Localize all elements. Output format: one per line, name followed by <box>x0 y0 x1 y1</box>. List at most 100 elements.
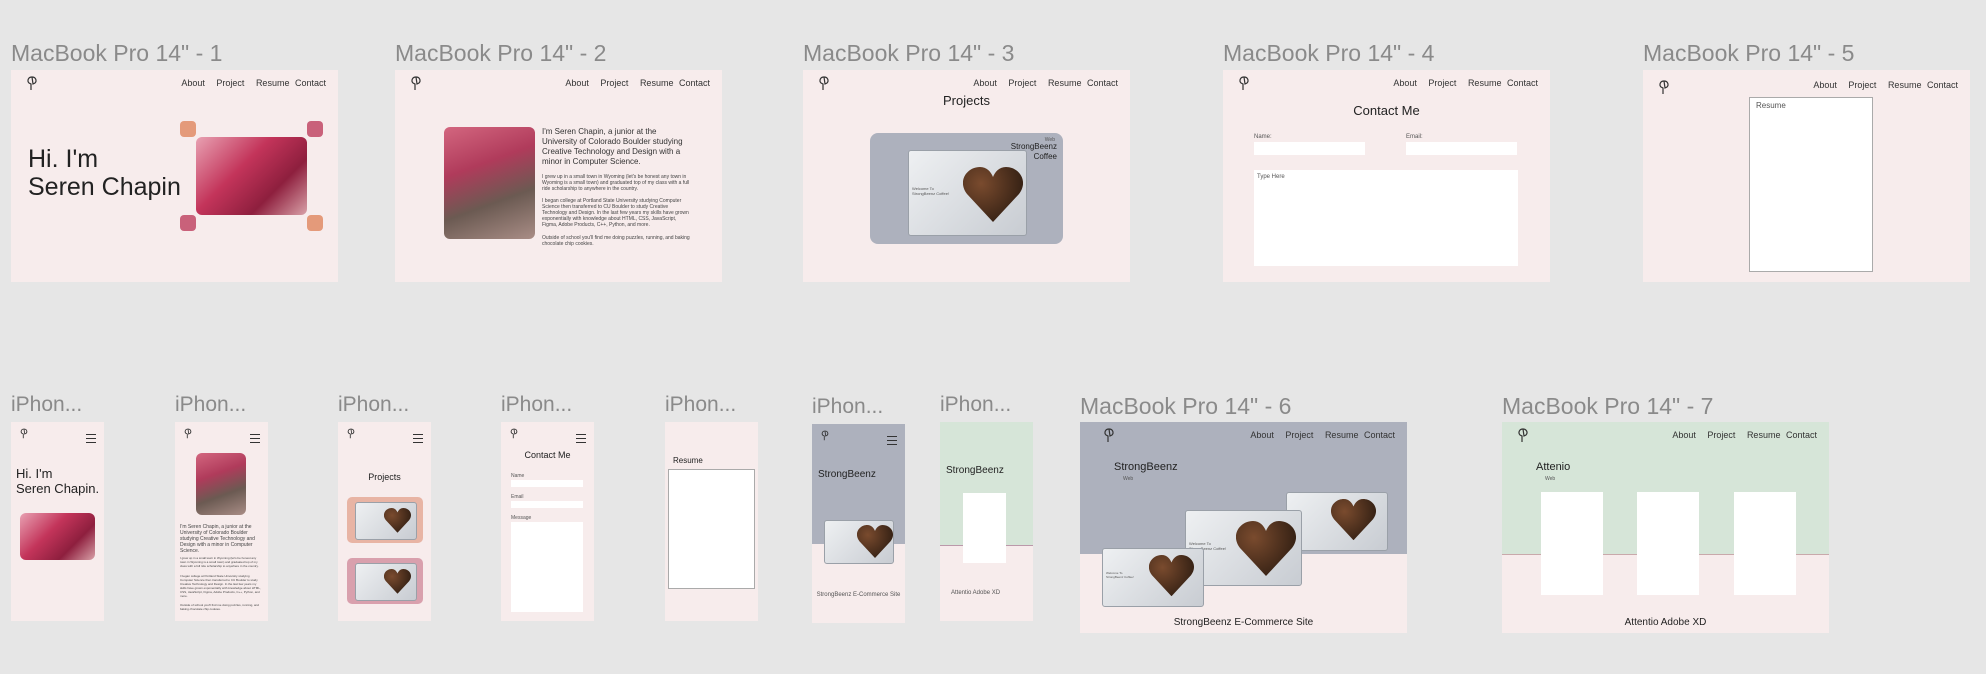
logo-icon[interactable] <box>1657 80 1671 96</box>
about-p1: I grew up in a small town in Wyoming (le… <box>180 556 259 568</box>
hero-line2: Seren Chapin <box>28 173 181 201</box>
resume-document[interactable] <box>668 469 755 589</box>
nav-resume[interactable]: Resume <box>1325 430 1359 440</box>
name-label: Name <box>511 473 525 479</box>
nav-resume[interactable]: Resume <box>256 78 290 88</box>
welcome-text: Welcome To StrongBeenz Coffee! <box>912 186 950 196</box>
frame-iphone4[interactable]: Contact Me Name Email Message <box>501 422 594 621</box>
logo-icon[interactable] <box>820 430 830 442</box>
logo-icon[interactable] <box>509 428 519 440</box>
project-title: Attenio <box>1536 461 1571 473</box>
frame-mac3[interactable]: About Project Resume Contact Projects We… <box>803 70 1130 282</box>
project-caption: Attentio Adobe XD <box>1624 617 1707 628</box>
nav-project[interactable]: Project <box>1707 430 1735 440</box>
menu-icon[interactable] <box>576 434 586 443</box>
resume-document[interactable]: Resume <box>1749 97 1873 272</box>
nav-project[interactable]: Project <box>1008 78 1036 88</box>
nav-about[interactable]: About <box>973 78 997 88</box>
email-field[interactable] <box>511 501 583 508</box>
nav-contact[interactable]: Contact <box>1087 78 1118 88</box>
frame-mac6[interactable]: About Project Resume Contact StrongBeenz… <box>1080 422 1407 633</box>
menu-icon[interactable] <box>887 436 897 445</box>
logo-icon[interactable] <box>817 76 831 92</box>
project-caption: Attentio Adobe XD <box>951 590 1001 596</box>
nav-project[interactable]: Project <box>216 78 244 88</box>
nav-mac6: About Project Resume Contact <box>1241 430 1395 440</box>
frame-iphone5[interactable]: Resume <box>665 422 758 621</box>
frame-mac2[interactable]: About Project Resume Contact I'm Seren C… <box>395 70 722 282</box>
about-p1: I grew up in a small town in Wyoming (le… <box>542 174 690 192</box>
message-field[interactable]: Type Here <box>1254 170 1518 266</box>
nav-project[interactable]: Project <box>600 78 628 88</box>
frame-label-iphone5: iPhon... <box>665 393 737 416</box>
project-title: StrongBeenz <box>818 469 876 480</box>
logo-icon[interactable] <box>1516 428 1530 444</box>
frame-iphone1[interactable]: Hi. I'm Seren Chapin. <box>11 422 104 621</box>
frame-label-iphone2: iPhon... <box>175 393 247 416</box>
nav-contact[interactable]: Contact <box>1786 430 1817 440</box>
nav-project[interactable]: Project <box>1848 80 1876 90</box>
logo-icon[interactable] <box>1237 76 1251 92</box>
menu-icon[interactable] <box>413 434 423 443</box>
about-p3: Outside of school you'll find me doing p… <box>180 603 259 611</box>
frame-mac1[interactable]: About Project Resume Contact Hi. I'm Ser… <box>11 70 338 282</box>
email-field[interactable] <box>1406 142 1517 155</box>
nav-about[interactable]: About <box>1672 430 1696 440</box>
nav-about[interactable]: About <box>1393 78 1417 88</box>
name-field[interactable] <box>1254 142 1365 155</box>
frame-iphone2[interactable]: I'm Seren Chapin, a junior at the Univer… <box>175 422 268 621</box>
nav-about[interactable]: About <box>565 78 589 88</box>
logo-icon[interactable] <box>346 428 356 440</box>
frame-iphone7[interactable]: StrongBeenz Attentio Adobe XD <box>940 422 1033 621</box>
nav-contact[interactable]: Contact <box>679 78 710 88</box>
nav-contact[interactable]: Contact <box>1507 78 1538 88</box>
nav-contact[interactable]: Contact <box>295 78 326 88</box>
frame-iphone3[interactable]: Projects <box>338 422 431 621</box>
site-screenshot <box>355 502 417 540</box>
project-card-strongbeenz[interactable]: Web StrongBeenz Coffee Welcome To Strong… <box>870 133 1063 244</box>
frame-label-mac6: MacBook Pro 14" - 6 <box>1080 393 1292 419</box>
project-sub: Web <box>1123 476 1134 482</box>
about-p2: I began college at Portland State Univer… <box>542 198 689 228</box>
project-card-2[interactable] <box>347 558 423 604</box>
hero-line1: Hi. I'm <box>28 145 99 173</box>
frame-label-mac7: MacBook Pro 14" - 7 <box>1502 393 1714 419</box>
project-caption: StrongBeenz E-Commerce Site <box>1173 617 1314 628</box>
nav-resume[interactable]: Resume <box>1468 78 1502 88</box>
site-screenshot: Welcome To StrongBeenz Coffee! <box>908 150 1027 236</box>
logo-icon[interactable] <box>409 76 423 92</box>
nav-project[interactable]: Project <box>1428 78 1456 88</box>
nav-contact[interactable]: Contact <box>1927 80 1958 90</box>
name-field[interactable] <box>511 480 583 487</box>
frame-mac4[interactable]: About Project Resume Contact Contact Me … <box>1223 70 1550 282</box>
message-field[interactable] <box>511 522 583 612</box>
frame-label-mac4: MacBook Pro 14" - 4 <box>1223 40 1435 66</box>
logo-icon[interactable] <box>19 428 29 440</box>
logo-icon[interactable] <box>1102 428 1116 444</box>
logo-icon[interactable] <box>183 428 193 440</box>
resume-title: Resume <box>673 456 703 465</box>
logo-icon[interactable] <box>25 76 39 92</box>
menu-icon[interactable] <box>86 434 96 443</box>
frame-label-iphone3: iPhon... <box>338 393 410 416</box>
frame-mac5[interactable]: About Project Resume Contact Resume <box>1643 70 1970 282</box>
nav-about[interactable]: About <box>1250 430 1274 440</box>
nav-about[interactable]: About <box>1813 80 1837 90</box>
nav-project[interactable]: Project <box>1285 430 1313 440</box>
contact-title: Contact Me <box>1353 103 1420 118</box>
nav-about[interactable]: About <box>181 78 205 88</box>
frame-label-mac3: MacBook Pro 14" - 3 <box>803 40 1015 66</box>
nav-resume[interactable]: Resume <box>1048 78 1082 88</box>
frame-label-mac2: MacBook Pro 14" - 2 <box>395 40 607 66</box>
frame-label-iphone6: iPhon... <box>812 395 884 418</box>
name-label: Name: <box>1254 134 1272 140</box>
frame-mac7[interactable]: About Project Resume Contact Attenio Web… <box>1502 422 1829 633</box>
nav-resume[interactable]: Resume <box>1747 430 1781 440</box>
nav-resume[interactable]: Resume <box>640 78 674 88</box>
nav-contact[interactable]: Contact <box>1364 430 1395 440</box>
menu-icon[interactable] <box>250 434 260 443</box>
project-card-1[interactable] <box>347 497 423 543</box>
screen-placeholder <box>1734 492 1796 595</box>
frame-iphone6[interactable]: StrongBeenz StrongBeenz E-Commerce Site <box>812 424 905 623</box>
nav-resume[interactable]: Resume <box>1888 80 1922 90</box>
